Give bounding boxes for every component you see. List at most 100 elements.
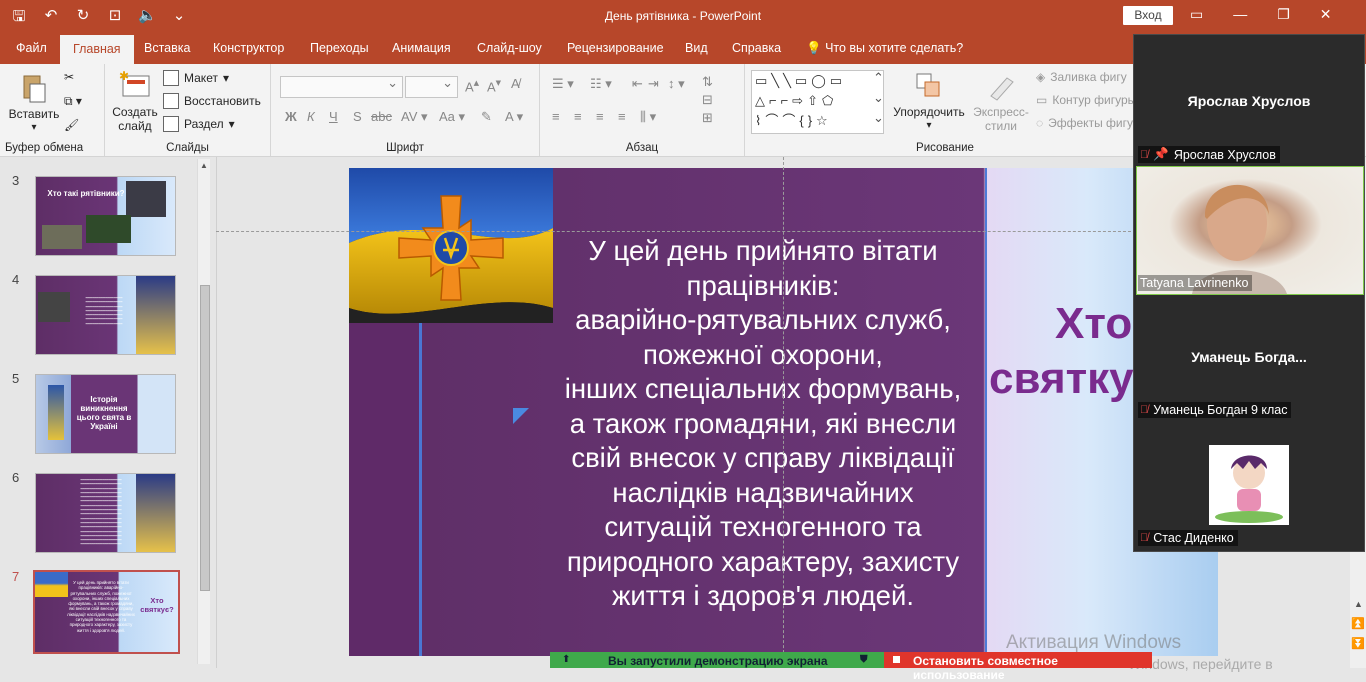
change-case-icon[interactable]: Aa ▾ <box>439 109 465 125</box>
ribbon-display-icon[interactable]: ▭ <box>1190 6 1203 23</box>
guide-vertical <box>783 157 784 668</box>
align-text-icon[interactable]: ⊟ <box>702 92 713 108</box>
layout-button[interactable]: Макет ▾ <box>163 70 229 86</box>
strikethrough-icon[interactable]: abc <box>371 109 392 124</box>
text-direction-icon[interactable]: ⇅ <box>702 74 713 90</box>
slide-thumbnail-6[interactable]: ━━━━━━━━━━━━━━━━━━━ ━━━━━━━━━━━━━━━━━━━ ━━… <box>35 473 176 553</box>
login-button[interactable]: Вход <box>1123 6 1173 25</box>
quick-styles-button[interactable]: Экспресс- стили <box>971 70 1031 133</box>
font-size-combo[interactable] <box>405 75 458 98</box>
copy-icon[interactable]: ⧉ ▾ <box>64 94 82 109</box>
paragraph-group: ☰ ▾ ☷ ▾ ⇤ ⇥ ↕ ▾ ⇅ ⊟ ⊞ ≡ ≡ ≡ ≡ ⫼ ▾ Абзац <box>540 64 745 156</box>
tell-me-search[interactable]: 💡 Что вы хотите сделать? <box>806 33 963 64</box>
participant-label: 🎙̸ 📌 Ярослав Хруслов <box>1138 146 1280 163</box>
clear-formatting-icon[interactable]: A̸ <box>511 76 520 91</box>
line-spacing-icon[interactable]: ↕ ▾ <box>668 76 685 92</box>
minimize-icon[interactable]: — <box>1233 6 1247 23</box>
participant-label: 🎙̸ Уманець Богдан 9 клас <box>1138 402 1292 418</box>
shape-fill-button[interactable]: ◈ Заливка фигу <box>1036 70 1127 84</box>
section-button[interactable]: Раздел ▾ <box>163 116 235 132</box>
thumb-photo <box>38 292 70 322</box>
slide-title[interactable]: Хто святку <box>989 296 1134 406</box>
scrollbar-thumb[interactable] <box>200 285 210 591</box>
tab-animations[interactable]: Анимация <box>392 33 451 64</box>
shadow-icon[interactable]: S <box>353 109 362 124</box>
font-color-icon[interactable]: A ▾ <box>505 109 523 125</box>
scroll-up-icon[interactable]: ▲ <box>1354 599 1363 609</box>
paste-dropdown-icon[interactable]: ▾ <box>8 121 60 135</box>
slide-thumbnail-4[interactable]: ━━━━━━━━━━━━━━━━━ ━━━━━━━━━━━━━━━━━ ━━━━━━… <box>35 275 176 355</box>
font-name-combo[interactable] <box>280 75 403 98</box>
participant-label-text: Tatyana Lavrinenko <box>1140 276 1249 290</box>
font-group-label: Шрифт <box>386 142 424 154</box>
underline-icon[interactable]: Ч <box>329 109 338 124</box>
new-slide-icon: ✱ <box>119 69 151 102</box>
shapes-scroll-up-icon[interactable]: ⌃ <box>873 70 884 86</box>
italic-icon[interactable]: К <box>307 109 315 124</box>
thumbnail-scrollbar[interactable]: ▲ <box>197 159 210 664</box>
highlight-icon[interactable]: ✎ <box>481 109 492 125</box>
decrease-font-icon[interactable]: A▾ <box>487 76 501 94</box>
mic-muted-icon: 🎙̸ <box>1140 404 1149 416</box>
tab-slideshow[interactable]: Слайд-шоу <box>477 33 542 64</box>
align-left-icon[interactable]: ≡ <box>552 109 560 124</box>
increase-indent-icon[interactable]: ⇥ <box>648 76 659 92</box>
restore-icon[interactable]: ❐ <box>1277 6 1290 23</box>
reset-button[interactable]: Восстановить <box>163 93 261 109</box>
slide-number: 5 <box>12 371 20 386</box>
char-spacing-icon[interactable]: AV ▾ <box>401 109 428 125</box>
tab-home[interactable]: Главная <box>60 35 134 64</box>
shapes-gallery[interactable]: ▭╲╲▭◯▭ △⌐⌐⇨⇧⬠ ⌇⌒⌒{}☆ <box>751 70 884 134</box>
tab-design[interactable]: Конструктор <box>213 33 284 64</box>
slide-line: інших спеціальних формувань, <box>564 373 962 404</box>
thumb-body-text: У цей день прийнято вітати працівників: … <box>67 580 135 633</box>
shape-effects-button[interactable]: ◌ Эффекты фигу <box>1036 116 1133 130</box>
smartart-icon[interactable]: ⊞ <box>702 110 713 126</box>
justify-icon[interactable]: ≡ <box>618 109 626 124</box>
format-painter-icon[interactable]: 🖌 <box>64 118 79 132</box>
fill-icon: ◈ <box>1036 70 1046 84</box>
paste-button[interactable]: Вставить ▾ <box>8 72 60 135</box>
thumb-photo <box>126 181 166 217</box>
stop-sharing-button[interactable]: Остановить совместное использование <box>884 652 1152 682</box>
slide-thumbnail-5[interactable]: Історія виникнення цього свята в Україні <box>35 374 176 454</box>
tab-transitions[interactable]: Переходы <box>310 33 369 64</box>
columns-icon[interactable]: ⫼ ▾ <box>640 109 656 125</box>
shapes-more-icon[interactable]: ⌄ <box>873 110 884 126</box>
layout-dropdown-icon: ▾ <box>222 71 229 85</box>
slide-number: 4 <box>12 272 20 287</box>
next-slide-icon[interactable]: ⏬ <box>1351 637 1365 650</box>
new-slide-button[interactable]: ✱ Создать слайд <box>111 69 159 133</box>
arrange-button[interactable]: Упорядочить ▾ <box>891 70 967 133</box>
tab-file[interactable]: Файл <box>16 33 47 64</box>
prev-slide-icon[interactable]: ⏫ <box>1351 617 1365 630</box>
slide-thumbnail-7[interactable]: У цей день прийнято вітати працівників: … <box>33 570 180 654</box>
slide-number: 7 <box>12 569 20 584</box>
drawing-group: ▭╲╲▭◯▭ △⌐⌐⇨⇧⬠ ⌇⌒⌒{}☆ ⌃ ⌄ ⌄ Упорядочить ▾ Э… <box>745 64 1145 156</box>
bullets-icon[interactable]: ☰ ▾ <box>552 76 574 92</box>
pin-icon[interactable]: 📌 <box>1153 147 1169 162</box>
slide-body-text[interactable]: У цей день прийнято вітати працівників: … <box>544 234 982 614</box>
decrease-indent-icon[interactable]: ⇤ <box>632 76 643 92</box>
numbering-icon[interactable]: ☷ ▾ <box>590 76 612 92</box>
close-icon[interactable]: ✕ <box>1320 6 1332 23</box>
clipboard-group: Вставить ▾ ✂ ⧉ ▾ 🖌 Буфер обмена <box>0 64 105 156</box>
scroll-up-icon[interactable]: ▲ <box>200 161 208 170</box>
slide-thumbnail-3[interactable]: Хто такі рятівники? <box>35 176 176 256</box>
section-label: Раздел <box>184 117 224 131</box>
shape-outline-button[interactable]: ▭ Контур фигуры <box>1036 93 1136 107</box>
tab-view[interactable]: Вид <box>685 33 708 64</box>
tab-insert[interactable]: Вставка <box>144 33 190 64</box>
shapes-scroll-down-icon[interactable]: ⌄ <box>873 90 884 106</box>
quick-styles-icon <box>985 70 1017 102</box>
cut-icon[interactable]: ✂ <box>64 70 74 84</box>
tab-help[interactable]: Справка <box>732 33 781 64</box>
align-center-icon[interactable]: ≡ <box>574 109 582 124</box>
tab-review[interactable]: Рецензирование <box>567 33 664 64</box>
bold-icon[interactable]: Ж <box>285 109 297 124</box>
thumb-photo <box>86 215 131 243</box>
thumb-flag <box>136 474 175 552</box>
slide-line: свій внесок у справу ліквідації <box>571 442 955 473</box>
align-right-icon[interactable]: ≡ <box>596 109 604 124</box>
increase-font-icon[interactable]: A▴ <box>465 76 479 94</box>
